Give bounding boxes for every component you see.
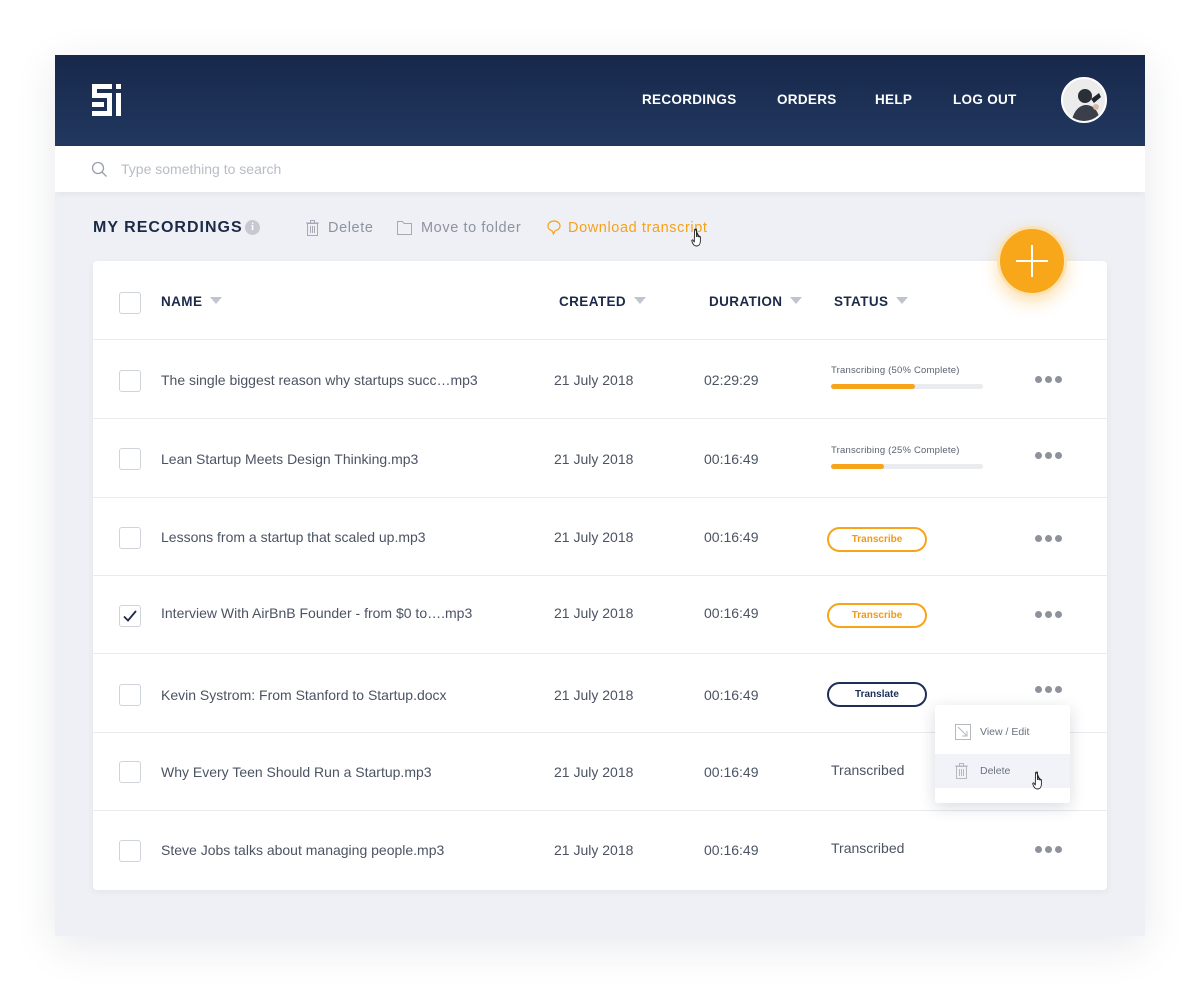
search-icon [91,161,107,177]
menu-item-view-edit[interactable]: View / Edit [935,715,1070,749]
progress-bar-fill [831,464,885,469]
app-window: RECORDINGS ORDERS HELP LOG OUT MY RECORD… [55,55,1145,936]
row-checkbox[interactable] [119,448,141,470]
avatar[interactable] [1061,77,1107,123]
recording-name[interactable]: The single biggest reason why startups s… [161,372,478,388]
delete-button[interactable]: Delete [328,220,374,236]
created-date: 21 July 2018 [554,687,634,703]
more-options-button[interactable] [1035,846,1063,854]
created-date: 21 July 2018 [554,451,634,467]
status-progress-label: Transcribing (50% Complete) [831,365,960,376]
duration: 02:29:29 [704,372,759,388]
duration: 00:16:49 [704,687,759,703]
column-header-duration[interactable]: DURATION [709,294,803,309]
row-checkbox[interactable] [119,605,141,627]
edit-icon [955,724,971,740]
created-date: 21 July 2018 [554,764,634,780]
recording-name[interactable]: Why Every Teen Should Run a Startup.mp3 [161,764,432,780]
row-checkbox[interactable] [119,840,141,862]
row-checkbox[interactable] [119,527,141,549]
more-options-button[interactable] [1035,452,1063,460]
recording-name[interactable]: Interview With AirBnB Founder - from $0 … [161,605,472,621]
table-row[interactable]: Lean Startup Meets Design Thinking.mp3 2… [93,419,1107,498]
plus-icon [1016,245,1048,277]
nav-help[interactable]: HELP [875,92,912,107]
table-row[interactable]: Interview With AirBnB Founder - from $0 … [93,576,1107,654]
recording-name[interactable]: Lean Startup Meets Design Thinking.mp3 [161,451,418,467]
download-transcript-button[interactable]: Download transcript [568,220,708,236]
sort-caret-icon [210,297,223,304]
checkmark-icon [123,610,137,622]
row-checkbox[interactable] [119,684,141,706]
info-icon[interactable]: i [245,220,260,235]
sort-caret-icon [896,297,909,304]
sort-caret-icon [634,297,647,304]
sort-caret-icon [790,297,803,304]
logo-icon[interactable] [92,84,124,116]
column-status-label: STATUS [834,294,889,309]
nav-orders[interactable]: ORDERS [777,92,837,107]
transcribe-button[interactable]: Transcribe [827,603,927,628]
tag-icon [547,220,561,235]
progress-bar [831,464,983,469]
created-date: 21 July 2018 [554,529,634,545]
translate-button[interactable]: Translate [827,682,927,707]
column-header-status[interactable]: STATUS [834,294,909,309]
duration: 00:16:49 [704,764,759,780]
status-progress-label: Transcribing (25% Complete) [831,445,960,456]
duration: 00:16:49 [704,605,759,621]
more-options-button[interactable] [1035,611,1063,619]
duration: 00:16:49 [704,529,759,545]
table-row[interactable]: Lessons from a startup that scaled up.mp… [93,498,1107,576]
status-text: Transcribed [831,762,905,778]
row-context-menu: View / Edit Delete [935,705,1070,803]
more-options-button[interactable] [1035,535,1063,543]
more-options-button[interactable] [1035,686,1063,694]
column-name-label: NAME [161,294,203,309]
created-date: 21 July 2018 [554,605,634,621]
menu-item-label: Delete [980,765,1011,777]
column-duration-label: DURATION [709,294,783,309]
recording-name[interactable]: Kevin Systrom: From Stanford to Startup.… [161,687,447,703]
table-header: NAME CREATED DURATION STATUS [93,261,1107,340]
trash-icon [955,763,968,779]
progress-bar-fill [831,384,915,389]
status-text: Transcribed [831,840,905,856]
recording-name[interactable]: Lessons from a startup that scaled up.mp… [161,529,426,545]
created-date: 21 July 2018 [554,372,634,388]
progress-bar [831,384,983,389]
search-bar [55,146,1145,192]
menu-item-label: View / Edit [980,726,1030,738]
select-all-checkbox[interactable] [119,292,141,314]
table-row[interactable]: The single biggest reason why startups s… [93,340,1107,419]
created-date: 21 July 2018 [554,842,634,858]
transcribe-button[interactable]: Transcribe [827,527,927,552]
move-to-folder-button[interactable]: Move to folder [421,220,521,236]
column-created-label: CREATED [559,294,627,309]
row-checkbox[interactable] [119,761,141,783]
top-navigation-bar: RECORDINGS ORDERS HELP LOG OUT [55,55,1145,146]
duration: 00:16:49 [704,842,759,858]
column-header-created[interactable]: CREATED [559,294,647,309]
add-recording-button[interactable] [997,226,1067,296]
hand-cursor-icon [691,228,707,253]
nav-recordings[interactable]: RECORDINGS [642,92,737,107]
row-checkbox[interactable] [119,370,141,392]
more-options-button[interactable] [1035,376,1063,384]
folder-icon [397,221,412,235]
trash-icon [306,220,319,236]
table-row[interactable]: Steve Jobs talks about managing people.m… [93,811,1107,890]
search-input[interactable] [121,158,821,180]
menu-item-delete[interactable]: Delete [935,754,1070,788]
column-header-name[interactable]: NAME [161,294,223,309]
page-title: MY RECORDINGS [93,219,243,236]
hand-cursor-icon [1032,771,1048,796]
duration: 00:16:49 [704,451,759,467]
recording-name[interactable]: Steve Jobs talks about managing people.m… [161,842,444,858]
nav-log-out[interactable]: LOG OUT [953,92,1017,107]
